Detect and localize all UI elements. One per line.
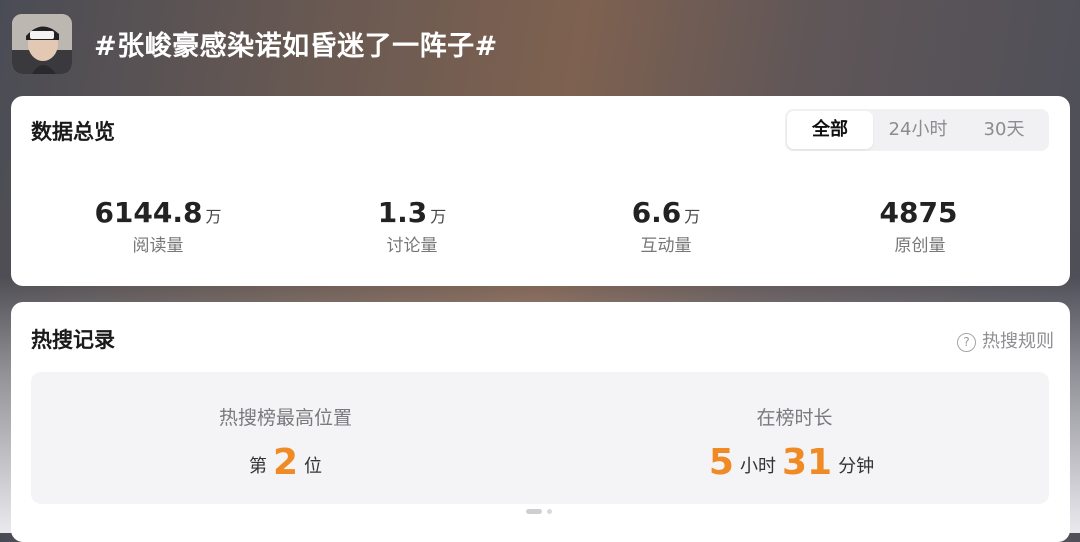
page-indicator-active <box>526 509 542 514</box>
overview-card: 数据总览 全部 24小时 30天 6144.8 万 阅读量 1.3 万 讨论量 6.… <box>11 96 1070 286</box>
rules-label: 热搜规则 <box>982 331 1054 352</box>
highest-rank-block: 热搜榜最高位置 第2位 <box>31 372 540 504</box>
tab-30d[interactable]: 30天 <box>961 111 1047 149</box>
duration-block: 在榜时长 5 小时 31 分钟 <box>540 372 1049 504</box>
overview-title: 数据总览 <box>31 120 115 144</box>
time-range-tabs: 全部 24小时 30天 <box>785 109 1049 151</box>
stat-label: 讨论量 <box>386 236 438 256</box>
stat-unit: 万 <box>430 207 447 226</box>
duration-hours-unit: 小时 <box>739 456 776 477</box>
stat-reads: 6144.8 万 阅读量 <box>31 196 285 256</box>
topic-title: #张峻豪感染诺如昏迷了一阵子# <box>94 31 498 62</box>
stat-unit: 万 <box>684 207 701 226</box>
stat-label: 原创量 <box>894 236 946 256</box>
stat-value: 6144.8 <box>94 196 203 229</box>
hot-search-rules-link[interactable]: ? 热搜规则 <box>957 327 1054 353</box>
duration-label: 在榜时长 <box>756 407 833 429</box>
rank-value: 2 <box>272 442 299 483</box>
page-indicator-dot <box>547 509 552 514</box>
hot-search-stats-panel: 热搜榜最高位置 第2位 在榜时长 5 小时 31 分钟 <box>31 372 1049 504</box>
stat-label: 阅读量 <box>132 236 184 256</box>
duration-value-line: 5 小时 31 分钟 <box>540 442 1049 483</box>
tab-all[interactable]: 全部 <box>787 111 873 149</box>
rank-suffix: 位 <box>304 456 323 477</box>
stat-label: 互动量 <box>640 236 692 256</box>
avatar-image <box>12 14 72 74</box>
avatar[interactable] <box>12 14 72 74</box>
tab-24h[interactable]: 24小时 <box>877 111 959 149</box>
stat-interactions: 6.6 万 互动量 <box>539 196 793 256</box>
hot-search-card: 热搜记录 ? 热搜规则 热搜榜最高位置 第2位 在榜时长 5 小时 31 分钟 <box>11 302 1070 542</box>
rank-prefix: 第 <box>248 456 267 477</box>
stat-originals: 4875 原创量 <box>793 196 1047 256</box>
stat-discussions: 1.3 万 讨论量 <box>285 196 539 256</box>
question-circle-icon: ? <box>957 333 976 352</box>
duration-minutes: 31 <box>781 442 833 483</box>
stat-unit: 万 <box>205 207 222 226</box>
hot-search-title: 热搜记录 <box>31 328 115 352</box>
highest-rank-label: 热搜榜最高位置 <box>218 407 352 429</box>
highest-rank-value-line: 第2位 <box>31 442 540 483</box>
duration-minutes-unit: 分钟 <box>838 456 875 477</box>
stat-value: 1.3 <box>377 196 428 229</box>
stat-value: 4875 <box>879 196 958 229</box>
topic-header: #张峻豪感染诺如昏迷了一阵子# <box>0 0 1080 90</box>
duration-hours: 5 <box>708 442 734 483</box>
stat-value: 6.6 <box>631 196 682 229</box>
